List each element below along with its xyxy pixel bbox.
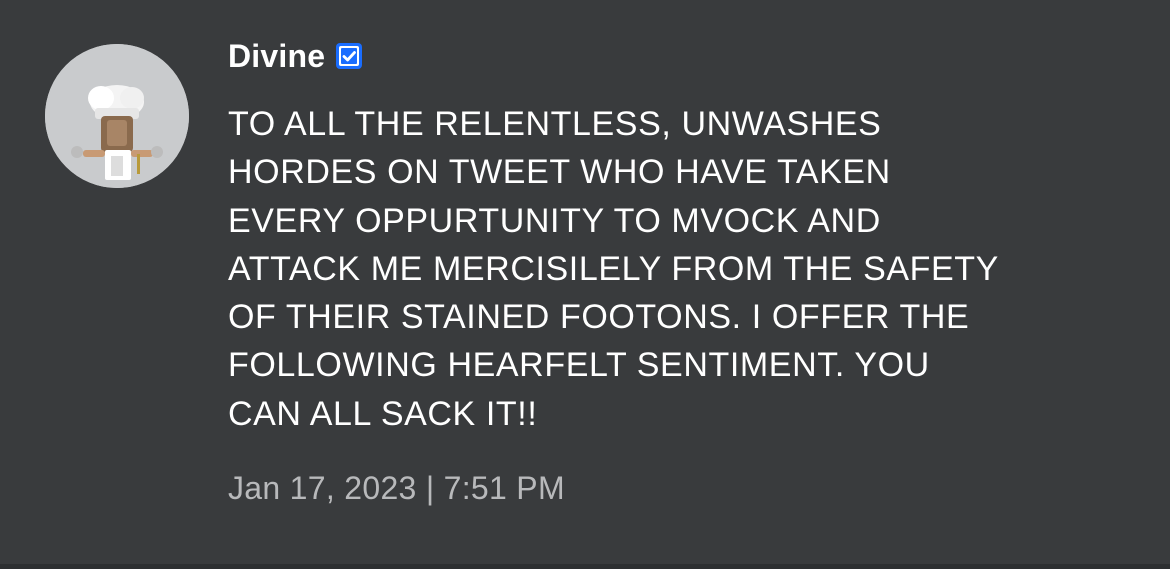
post-body-line: ATTACK ME MERCISILELY FROM THE SAFETY: [228, 249, 999, 288]
verified-badge-icon: [336, 43, 363, 69]
post-body-line: HORDES ON TWEET WHO HAVE TAKEN: [228, 153, 891, 192]
divider: [0, 564, 1170, 569]
post-body-line: OF THEIR STAINED FOOTONS. I OFFER THE: [228, 298, 970, 337]
post-card: Divine TO ALL THE RELENTLESS, UNWASHES H…: [0, 0, 1170, 569]
author-header: Divine: [228, 36, 364, 76]
post-body-line: CAN ALL SACK IT!!: [228, 394, 538, 433]
author-avatar[interactable]: [45, 44, 189, 188]
post-timestamp: Jan 17, 2023 | 7:51 PM: [228, 470, 565, 506]
avatar-character-icon: [45, 44, 189, 188]
post-body-line: FOLLOWING HEARFELT SENTIMENT. YOU: [228, 346, 930, 385]
post-body-line: TO ALL THE RELENTLESS, UNWASHES: [228, 105, 882, 143]
post-body-line: EVERY OPPURTUNITY TO MVOCK AND: [228, 201, 881, 240]
author-name[interactable]: Divine: [228, 38, 325, 75]
post-body: TO ALL THE RELENTLESS, UNWASHES HORDES O…: [228, 100, 1128, 438]
